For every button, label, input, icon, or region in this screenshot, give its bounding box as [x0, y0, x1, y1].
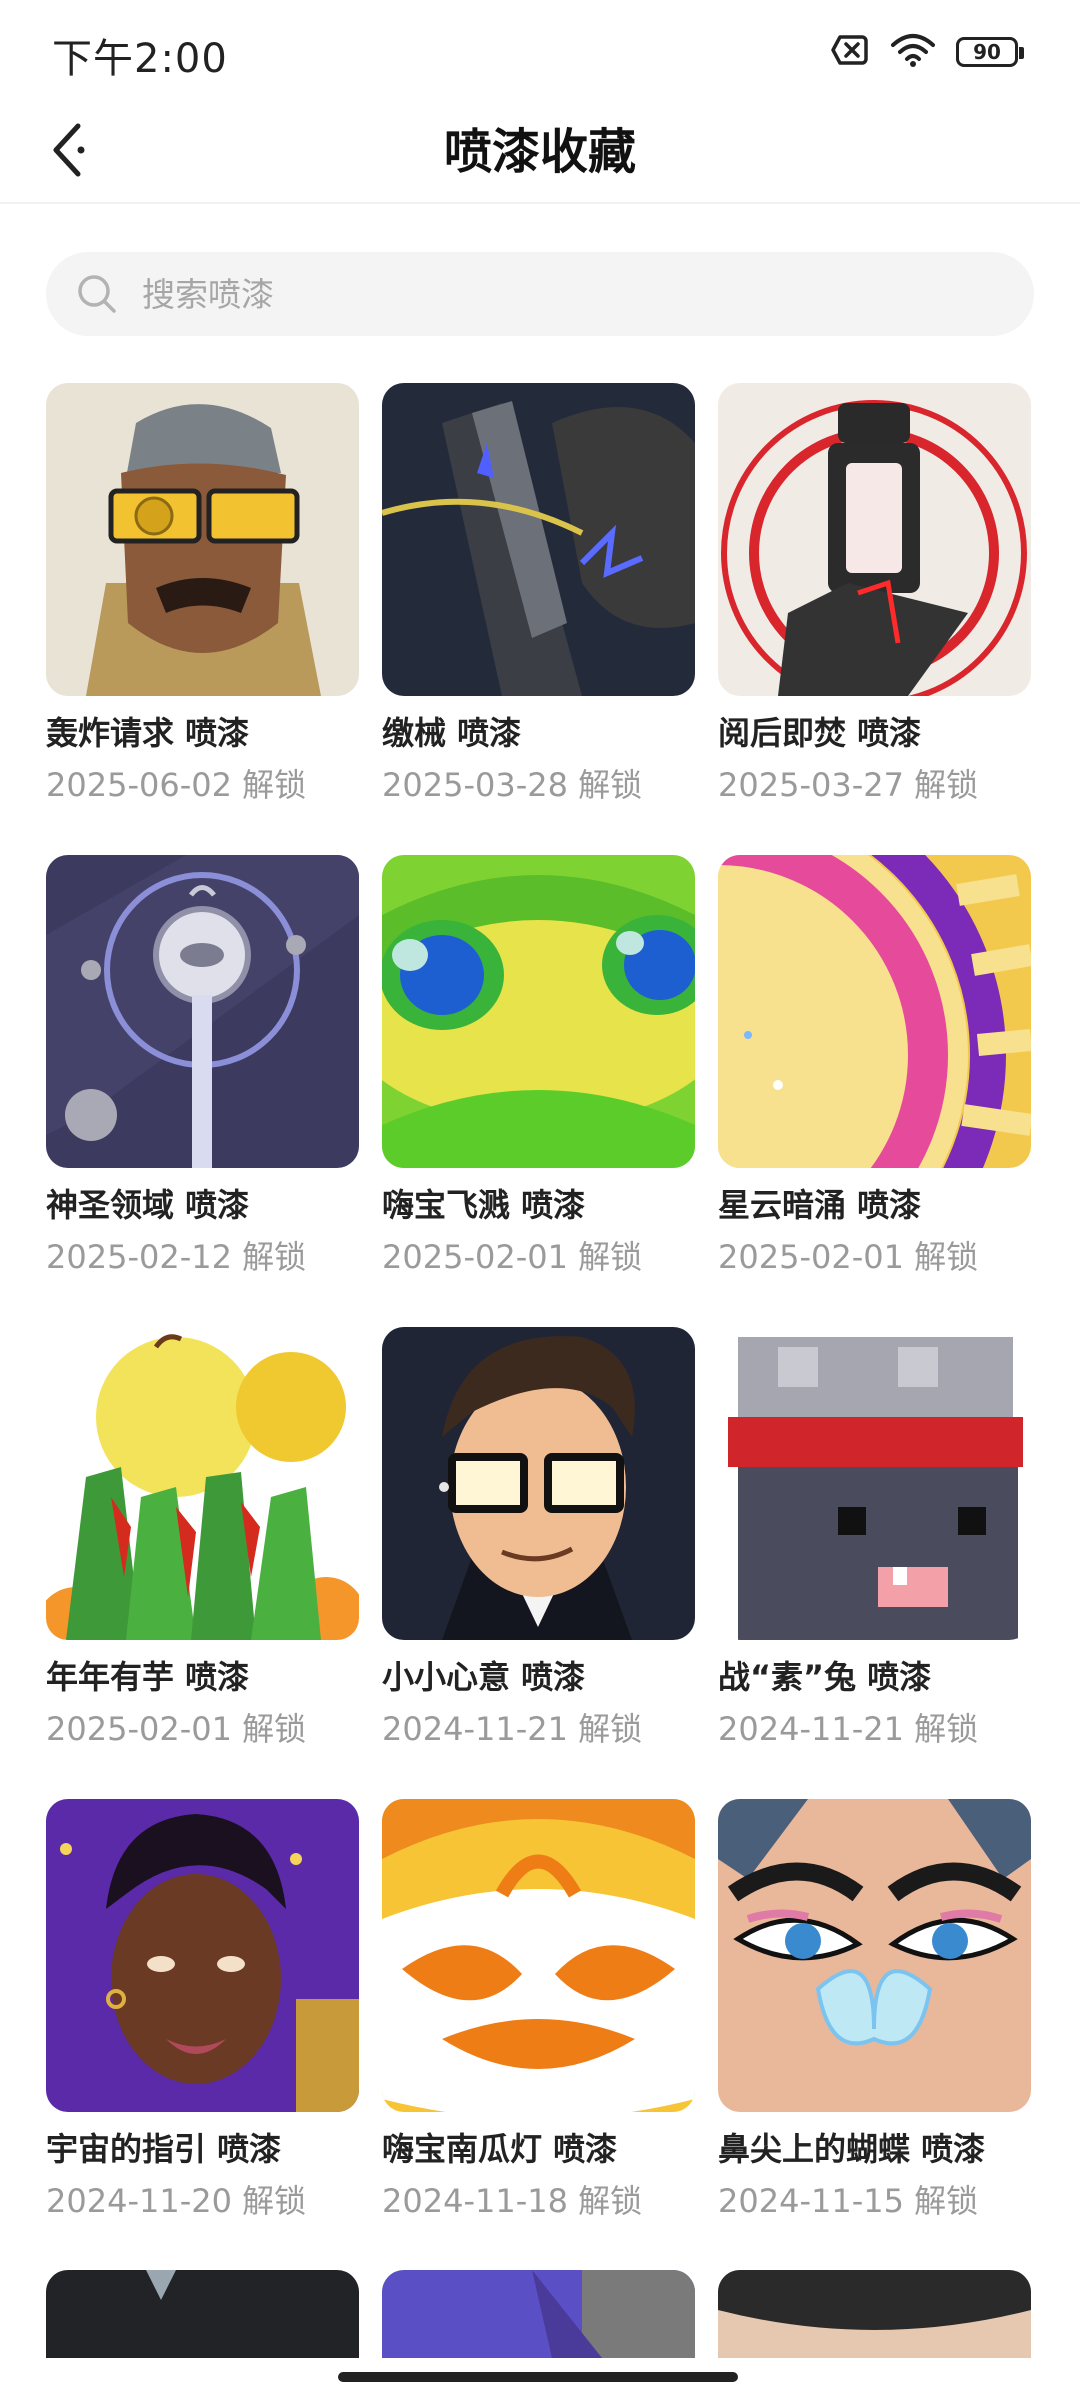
spray-card[interactable]: 战“素”兔 喷漆 2024-11-21 解锁	[718, 1327, 1031, 1799]
search-icon	[76, 272, 120, 316]
spray-name: 神圣领域 喷漆	[46, 1186, 250, 1224]
spray-date: 2024-11-15 解锁	[718, 2182, 979, 2220]
search-input[interactable]	[140, 273, 944, 315]
spray-date: 2024-11-21 解锁	[382, 1710, 643, 1748]
status-bar: 下午2:00 90	[0, 0, 1080, 100]
spray-card[interactable]: 年年有芋 喷漆 2025-02-01 解锁	[46, 1327, 359, 1799]
spray-date: 2025-02-01 解锁	[382, 1238, 643, 1276]
spray-thumbnail	[718, 383, 1031, 696]
spray-thumbnail	[46, 383, 359, 696]
status-time: 下午2:00	[52, 36, 228, 82]
spray-name: 嗨宝南瓜灯 喷漆	[382, 2130, 618, 2168]
spray-name: 阅后即焚 喷漆	[718, 714, 922, 752]
page-title: 喷漆收藏	[443, 124, 636, 180]
battery-level: 90	[973, 40, 1001, 64]
spray-card[interactable]: 星云暗涌 喷漆 2025-02-01 解锁	[718, 855, 1031, 1327]
spray-thumbnail	[382, 383, 695, 696]
spray-grid: 轰炸请求 喷漆 2025-06-02 解锁 缴械 喷漆 2025-03-28 解…	[46, 383, 1036, 2271]
spray-name: 小小心意 喷漆	[382, 1658, 586, 1696]
home-indicator[interactable]	[338, 2372, 738, 2382]
spray-date: 2024-11-18 解锁	[382, 2182, 643, 2220]
spray-name: 鼻尖上的蝴蝶 喷漆	[718, 2130, 986, 2168]
spray-date: 2025-02-01 解锁	[46, 1710, 307, 1748]
spray-name: 轰炸请求 喷漆	[46, 714, 250, 752]
spray-date: 2024-11-21 解锁	[718, 1710, 979, 1748]
spray-thumbnail[interactable]	[46, 2270, 359, 2358]
spray-date: 2024-11-20 解锁	[46, 2182, 307, 2220]
spray-date: 2025-03-28 解锁	[382, 766, 643, 804]
spray-name: 星云暗涌 喷漆	[718, 1186, 922, 1224]
spray-card[interactable]: 鼻尖上的蝴蝶 喷漆 2024-11-15 解锁	[718, 1799, 1031, 2271]
title-bar: 喷漆收藏	[0, 100, 1080, 204]
spray-thumbnail	[718, 1799, 1031, 2112]
spray-card[interactable]: 宇宙的指引 喷漆 2024-11-20 解锁	[46, 1799, 359, 2271]
spray-date: 2025-06-02 解锁	[46, 766, 307, 804]
spray-thumbnail	[718, 855, 1031, 1168]
spray-card[interactable]: 小小心意 喷漆 2024-11-21 解锁	[382, 1327, 695, 1799]
spray-thumbnail[interactable]	[382, 2270, 695, 2358]
spray-card[interactable]: 嗨宝飞溅 喷漆 2025-02-01 解锁	[382, 855, 695, 1327]
spray-date: 2025-02-12 解锁	[46, 1238, 307, 1276]
spray-thumbnail	[382, 1327, 695, 1640]
spray-thumbnail[interactable]	[718, 2270, 1031, 2358]
spray-name: 缴械 喷漆	[382, 714, 522, 752]
spray-card[interactable]: 阅后即焚 喷漆 2025-03-27 解锁	[718, 383, 1031, 855]
spray-card[interactable]: 轰炸请求 喷漆 2025-06-02 解锁	[46, 383, 359, 855]
spray-thumbnail	[46, 1327, 359, 1640]
spray-card[interactable]: 神圣领域 喷漆 2025-02-12 解锁	[46, 855, 359, 1327]
search-box[interactable]	[46, 252, 1034, 336]
status-icons: 90	[830, 30, 1024, 74]
spray-thumbnail	[46, 1799, 359, 2112]
spray-name: 嗨宝飞溅 喷漆	[382, 1186, 586, 1224]
partial-row	[46, 2270, 1036, 2358]
spray-thumbnail	[46, 855, 359, 1168]
spray-name: 年年有芋 喷漆	[46, 1658, 250, 1696]
spray-card[interactable]: 缴械 喷漆 2025-03-28 解锁	[382, 383, 695, 855]
spray-date: 2025-02-01 解锁	[718, 1238, 979, 1276]
spray-thumbnail	[718, 1327, 1031, 1640]
spray-thumbnail	[382, 855, 695, 1168]
wifi-icon	[890, 33, 936, 71]
spray-date: 2025-03-27 解锁	[718, 766, 979, 804]
spray-name: 宇宙的指引 喷漆	[46, 2130, 282, 2168]
spray-thumbnail	[382, 1799, 695, 2112]
battery-icon: 90	[956, 37, 1024, 67]
sim-off-icon	[830, 34, 870, 70]
spray-name: 战“素”兔 喷漆	[718, 1658, 932, 1696]
spray-card[interactable]: 嗨宝南瓜灯 喷漆 2024-11-18 解锁	[382, 1799, 695, 2271]
